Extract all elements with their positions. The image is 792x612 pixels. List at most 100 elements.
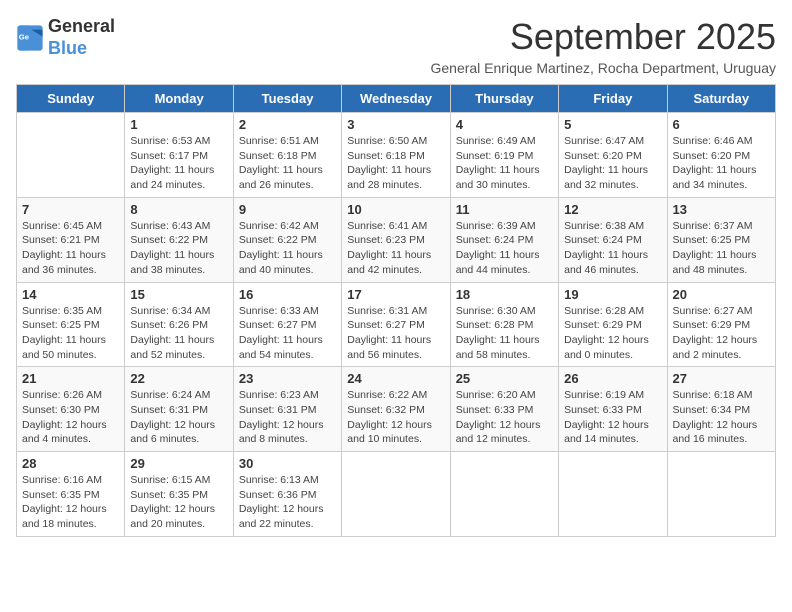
calendar-cell: 24 Sunrise: 6:22 AM Sunset: 6:32 PM Dayli… <box>342 367 450 452</box>
day-info: Sunrise: 6:28 AM Sunset: 6:29 PM Dayligh… <box>564 304 661 363</box>
day-number: 30 <box>239 456 336 471</box>
day-info: Sunrise: 6:43 AM Sunset: 6:22 PM Dayligh… <box>130 219 227 278</box>
calendar-cell: 9 Sunrise: 6:42 AM Sunset: 6:22 PM Daylig… <box>233 197 341 282</box>
day-number: 5 <box>564 117 661 132</box>
calendar-cell: 3Sunrise: 6:50 AM Sunset: 6:18 PM Daylig… <box>342 113 450 198</box>
day-info: Sunrise: 6:41 AM Sunset: 6:23 PM Dayligh… <box>347 219 444 278</box>
calendar-subtitle: General Enrique Martinez, Rocha Departme… <box>430 60 776 76</box>
day-number: 8 <box>130 202 227 217</box>
day-info: Sunrise: 6:24 AM Sunset: 6:31 PM Dayligh… <box>130 388 227 447</box>
calendar-cell <box>559 452 667 537</box>
calendar-cell: 28 Sunrise: 6:16 AM Sunset: 6:35 PM Dayli… <box>17 452 125 537</box>
calendar-cell: 6 Sunrise: 6:46 AM Sunset: 6:20 PM Daylig… <box>667 113 775 198</box>
logo-text: General Blue <box>48 16 115 59</box>
day-info: Sunrise: 6:37 AM Sunset: 6:25 PM Dayligh… <box>673 219 770 278</box>
calendar-cell: 16 Sunrise: 6:33 AM Sunset: 6:27 PM Dayli… <box>233 282 341 367</box>
day-number: 20 <box>673 287 770 302</box>
day-number: 16 <box>239 287 336 302</box>
logo-line2: Blue <box>48 38 115 60</box>
column-header-wednesday: Wednesday <box>342 85 450 113</box>
day-number: 27 <box>673 371 770 386</box>
calendar-cell: 25 Sunrise: 6:20 AM Sunset: 6:33 PM Dayli… <box>450 367 558 452</box>
calendar-cell: 12 Sunrise: 6:38 AM Sunset: 6:24 PM Dayli… <box>559 197 667 282</box>
day-info: Sunrise: 6:38 AM Sunset: 6:24 PM Dayligh… <box>564 219 661 278</box>
svg-text:Ge: Ge <box>19 32 30 41</box>
calendar-cell: 23Sunrise: 6:23 AM Sunset: 6:31 PM Dayli… <box>233 367 341 452</box>
day-number: 9 <box>239 202 336 217</box>
day-number: 29 <box>130 456 227 471</box>
day-number: 24 <box>347 371 444 386</box>
calendar-cell: 15 Sunrise: 6:34 AM Sunset: 6:26 PM Dayli… <box>125 282 233 367</box>
calendar-cell: 5 Sunrise: 6:47 AM Sunset: 6:20 PM Daylig… <box>559 113 667 198</box>
day-number: 26 <box>564 371 661 386</box>
calendar-cell <box>450 452 558 537</box>
calendar-cell: 2Sunrise: 6:51 AM Sunset: 6:18 PM Daylig… <box>233 113 341 198</box>
day-info: Sunrise: 6:45 AM Sunset: 6:21 PM Dayligh… <box>22 219 119 278</box>
calendar-week-4: 21 Sunrise: 6:26 AM Sunset: 6:30 PM Dayli… <box>17 367 776 452</box>
day-number: 11 <box>456 202 553 217</box>
day-number: 4 <box>456 117 553 132</box>
day-info: Sunrise: 6:35 AM Sunset: 6:25 PM Dayligh… <box>22 304 119 363</box>
day-number: 28 <box>22 456 119 471</box>
calendar-cell: 21 Sunrise: 6:26 AM Sunset: 6:30 PM Dayli… <box>17 367 125 452</box>
calendar-cell: 17 Sunrise: 6:31 AM Sunset: 6:27 PM Dayli… <box>342 282 450 367</box>
calendar-table: SundayMondayTuesdayWednesdayThursdayFrid… <box>16 84 776 537</box>
calendar-cell: 18Sunrise: 6:30 AM Sunset: 6:28 PM Dayli… <box>450 282 558 367</box>
column-header-friday: Friday <box>559 85 667 113</box>
day-info: Sunrise: 6:49 AM Sunset: 6:19 PM Dayligh… <box>456 134 553 193</box>
calendar-header-row: SundayMondayTuesdayWednesdayThursdayFrid… <box>17 85 776 113</box>
calendar-cell: 4 Sunrise: 6:49 AM Sunset: 6:19 PM Daylig… <box>450 113 558 198</box>
day-info: Sunrise: 6:26 AM Sunset: 6:30 PM Dayligh… <box>22 388 119 447</box>
calendar-cell: 7 Sunrise: 6:45 AM Sunset: 6:21 PM Daylig… <box>17 197 125 282</box>
day-info: Sunrise: 6:16 AM Sunset: 6:35 PM Dayligh… <box>22 473 119 532</box>
calendar-cell: 20 Sunrise: 6:27 AM Sunset: 6:29 PM Dayli… <box>667 282 775 367</box>
column-header-saturday: Saturday <box>667 85 775 113</box>
day-number: 21 <box>22 371 119 386</box>
day-info: Sunrise: 6:51 AM Sunset: 6:18 PM Dayligh… <box>239 134 336 193</box>
day-info: Sunrise: 6:15 AM Sunset: 6:35 PM Dayligh… <box>130 473 227 532</box>
day-info: Sunrise: 6:23 AM Sunset: 6:31 PM Dayligh… <box>239 388 336 447</box>
day-number: 15 <box>130 287 227 302</box>
day-number: 25 <box>456 371 553 386</box>
calendar-title: September 2025 <box>430 16 776 58</box>
day-info: Sunrise: 6:46 AM Sunset: 6:20 PM Dayligh… <box>673 134 770 193</box>
day-info: Sunrise: 6:22 AM Sunset: 6:32 PM Dayligh… <box>347 388 444 447</box>
calendar-cell: 1Sunrise: 6:53 AM Sunset: 6:17 PM Daylig… <box>125 113 233 198</box>
calendar-cell: 13 Sunrise: 6:37 AM Sunset: 6:25 PM Dayli… <box>667 197 775 282</box>
day-number: 22 <box>130 371 227 386</box>
calendar-week-3: 14 Sunrise: 6:35 AM Sunset: 6:25 PM Dayli… <box>17 282 776 367</box>
day-number: 10 <box>347 202 444 217</box>
day-info: Sunrise: 6:39 AM Sunset: 6:24 PM Dayligh… <box>456 219 553 278</box>
day-number: 7 <box>22 202 119 217</box>
calendar-cell: 11 Sunrise: 6:39 AM Sunset: 6:24 PM Dayli… <box>450 197 558 282</box>
day-number: 12 <box>564 202 661 217</box>
calendar-cell: 30 Sunrise: 6:13 AM Sunset: 6:36 PM Dayli… <box>233 452 341 537</box>
day-info: Sunrise: 6:50 AM Sunset: 6:18 PM Dayligh… <box>347 134 444 193</box>
day-info: Sunrise: 6:47 AM Sunset: 6:20 PM Dayligh… <box>564 134 661 193</box>
day-number: 17 <box>347 287 444 302</box>
calendar-week-2: 7 Sunrise: 6:45 AM Sunset: 6:21 PM Daylig… <box>17 197 776 282</box>
day-number: 19 <box>564 287 661 302</box>
calendar-cell: 26Sunrise: 6:19 AM Sunset: 6:33 PM Dayli… <box>559 367 667 452</box>
logo-line1: General <box>48 16 115 38</box>
day-info: Sunrise: 6:34 AM Sunset: 6:26 PM Dayligh… <box>130 304 227 363</box>
calendar-week-1: 1Sunrise: 6:53 AM Sunset: 6:17 PM Daylig… <box>17 113 776 198</box>
day-info: Sunrise: 6:13 AM Sunset: 6:36 PM Dayligh… <box>239 473 336 532</box>
day-number: 14 <box>22 287 119 302</box>
day-number: 13 <box>673 202 770 217</box>
day-number: 18 <box>456 287 553 302</box>
calendar-cell <box>667 452 775 537</box>
calendar-cell <box>342 452 450 537</box>
day-info: Sunrise: 6:31 AM Sunset: 6:27 PM Dayligh… <box>347 304 444 363</box>
day-info: Sunrise: 6:20 AM Sunset: 6:33 PM Dayligh… <box>456 388 553 447</box>
day-info: Sunrise: 6:33 AM Sunset: 6:27 PM Dayligh… <box>239 304 336 363</box>
day-info: Sunrise: 6:53 AM Sunset: 6:17 PM Dayligh… <box>130 134 227 193</box>
calendar-cell: 10 Sunrise: 6:41 AM Sunset: 6:23 PM Dayli… <box>342 197 450 282</box>
calendar-cell: 27Sunrise: 6:18 AM Sunset: 6:34 PM Dayli… <box>667 367 775 452</box>
logo: Ge General Blue <box>16 16 115 59</box>
day-number: 6 <box>673 117 770 132</box>
column-header-monday: Monday <box>125 85 233 113</box>
column-header-thursday: Thursday <box>450 85 558 113</box>
day-info: Sunrise: 6:27 AM Sunset: 6:29 PM Dayligh… <box>673 304 770 363</box>
day-info: Sunrise: 6:42 AM Sunset: 6:22 PM Dayligh… <box>239 219 336 278</box>
